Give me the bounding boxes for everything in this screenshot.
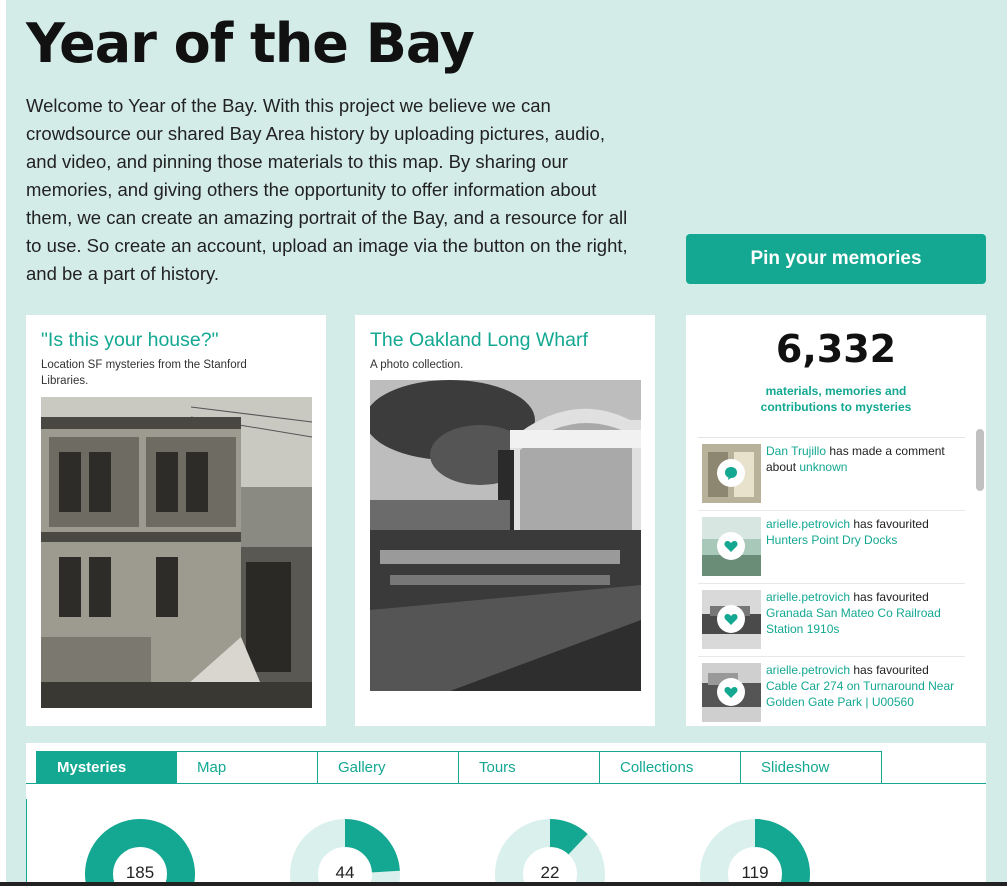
feed-item[interactable]: arielle.petrovich has favourited Granada… bbox=[698, 584, 965, 657]
donut-value: 22 bbox=[540, 863, 560, 882]
feed-thumbnail[interactable] bbox=[702, 663, 761, 722]
donut-chart[interactable]: 185 bbox=[84, 818, 196, 886]
feed-target-link[interactable]: Granada San Mateo Co Railroad Station 19… bbox=[766, 606, 941, 636]
feed-item[interactable]: Dan Trujillo has made a comment about un… bbox=[698, 438, 965, 511]
feed-user-link[interactable]: arielle.petrovich bbox=[766, 517, 850, 531]
window-bottom-edge bbox=[0, 882, 1007, 886]
collection-card-wharf[interactable]: The Oakland Long Wharf A photo collectio… bbox=[355, 315, 655, 726]
left-edge bbox=[0, 0, 6, 886]
heart-icon bbox=[717, 678, 745, 706]
feed-item[interactable]: arielle.petrovich has favourited Cable C… bbox=[698, 657, 965, 726]
feed-thumbnail[interactable] bbox=[702, 444, 761, 503]
feed-thumbnail[interactable] bbox=[702, 517, 761, 576]
feed-user-link[interactable]: Dan Trujillo bbox=[766, 444, 826, 458]
card-subtitle: A photo collection. bbox=[370, 359, 464, 371]
page-title: Year of the Bay bbox=[26, 12, 475, 75]
feed-user-link[interactable]: arielle.petrovich bbox=[766, 590, 850, 604]
comment-icon bbox=[717, 459, 745, 487]
feed-user-link[interactable]: arielle.petrovich bbox=[766, 663, 850, 677]
feed-target-link[interactable]: Cable Car 274 on Turnaround Near Golden … bbox=[766, 679, 954, 709]
tabs-panel: Mysteries Map Gallery Tours Collections … bbox=[26, 743, 986, 886]
donut-chart[interactable]: 44 bbox=[289, 818, 401, 886]
materials-label: materials, memories and contributions to… bbox=[760, 384, 912, 414]
tab-gallery[interactable]: Gallery bbox=[318, 751, 459, 784]
feed-item[interactable]: arielle.petrovich has favourited Hunters… bbox=[698, 511, 965, 584]
divider bbox=[26, 783, 36, 784]
feed-action: has favourited bbox=[850, 663, 929, 677]
tab-map[interactable]: Map bbox=[177, 751, 318, 784]
mystery-card-house[interactable]: "Is this your house?" Location SF myster… bbox=[26, 315, 326, 726]
tab-collections[interactable]: Collections bbox=[600, 751, 741, 784]
feed-thumbnail[interactable] bbox=[702, 590, 761, 649]
tab-bar: Mysteries Map Gallery Tours Collections … bbox=[36, 751, 882, 784]
tab-mysteries[interactable]: Mysteries bbox=[36, 751, 177, 784]
divider bbox=[36, 783, 986, 784]
materials-count: 6,332 bbox=[775, 327, 897, 371]
tab-slideshow[interactable]: Slideshow bbox=[741, 751, 882, 784]
tab-tours[interactable]: Tours bbox=[459, 751, 600, 784]
donut-chart[interactable]: 22 bbox=[494, 818, 606, 886]
donut-value: 44 bbox=[335, 863, 355, 882]
victorian-house-photo[interactable] bbox=[41, 397, 312, 708]
feed-target-link[interactable]: Hunters Point Dry Docks bbox=[766, 533, 897, 547]
card-title[interactable]: "Is this your house?" bbox=[41, 329, 219, 352]
intro-text: Welcome to Year of the Bay. With this pr… bbox=[26, 95, 628, 284]
divider bbox=[26, 799, 27, 886]
ferry-photo[interactable] bbox=[370, 380, 641, 691]
activity-panel: 6,332 materials, memories and contributi… bbox=[686, 315, 986, 726]
donut-value: 119 bbox=[741, 863, 769, 882]
heart-icon bbox=[717, 532, 745, 560]
card-title[interactable]: The Oakland Long Wharf bbox=[370, 329, 588, 352]
feed-target-link[interactable]: unknown bbox=[799, 460, 847, 474]
feed-action: has favourited bbox=[850, 517, 929, 531]
donut-value: 185 bbox=[125, 863, 155, 882]
pin-memories-button[interactable]: Pin your memories bbox=[686, 234, 986, 284]
heart-icon bbox=[717, 605, 745, 633]
card-subtitle: Location SF mysteries from the Stanford … bbox=[41, 359, 247, 387]
feed-action: has favourited bbox=[850, 590, 929, 604]
feed-scrollbar[interactable] bbox=[976, 429, 984, 491]
donut-chart[interactable]: 119 bbox=[699, 818, 811, 886]
